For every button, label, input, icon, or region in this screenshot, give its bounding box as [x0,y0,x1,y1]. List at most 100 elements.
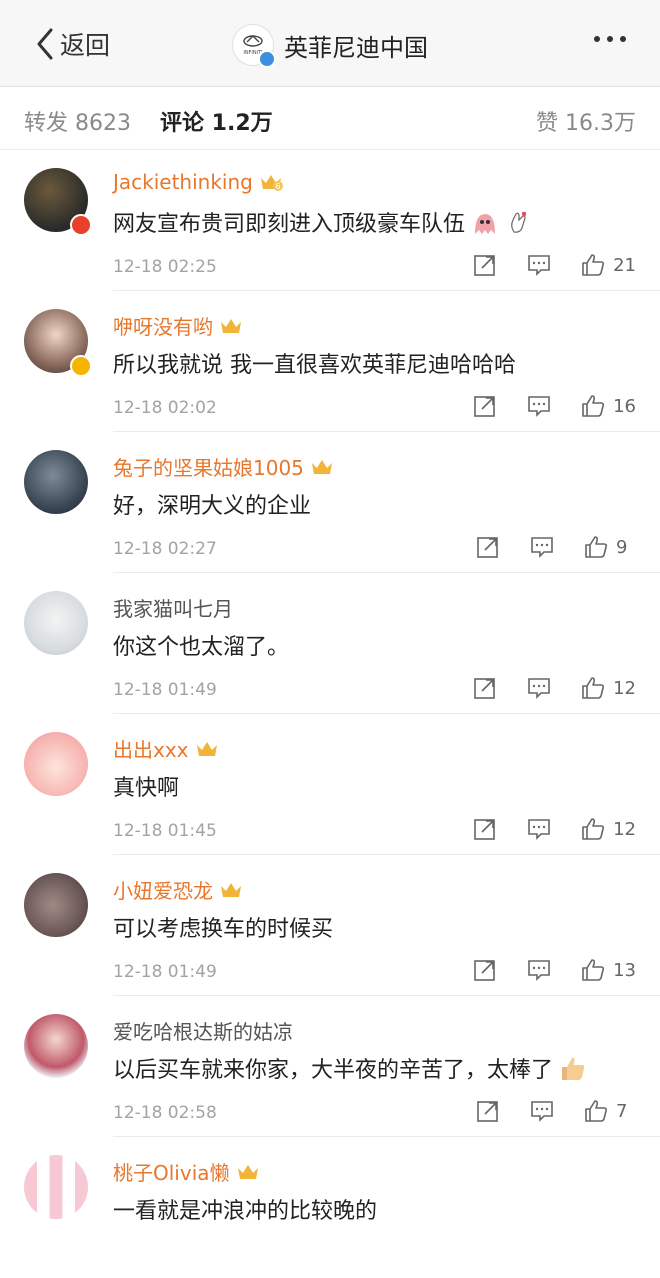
username-text: 兔子的坚果姑娘1005 [113,456,304,480]
comment-item: 兔子的坚果姑娘1005 好，深明大义的企业 12-18 02:27 9 [0,432,660,573]
share-icon[interactable] [473,676,497,700]
comment-text-body: 可以考虑换车的时候买 [113,917,334,942]
comment-actions: 21 [473,253,636,277]
like-button[interactable]: 13 [581,958,636,982]
reply-icon[interactable] [530,1099,554,1123]
like-button[interactable]: 7 [584,1099,636,1123]
username[interactable]: Jackiethinking 6 [113,170,283,194]
crown-level: 6 [275,182,280,191]
reply-icon[interactable] [527,958,551,982]
username-text: 出出xxx [113,738,189,762]
like-button[interactable]: 21 [581,253,636,277]
username[interactable]: 桃子Olivia懒 [113,1157,260,1186]
avatar[interactable] [24,1155,88,1219]
avatar[interactable] [24,873,88,937]
comment-item: Jackiethinking 6 网友宣布贵司即刻进入顶级豪车队伍 12-18 … [0,150,660,291]
reply-icon[interactable] [530,535,554,559]
username[interactable]: 爱吃哈根达斯的姑凉 [113,1016,293,1045]
like-count: 16 [613,395,636,417]
avatar[interactable] [24,591,88,655]
comment-item: 桃子Olivia懒 一看就是冲浪冲的比较晚的 [0,1137,660,1278]
reply-icon[interactable] [527,676,551,700]
page-title: 英菲尼迪中国 [284,33,428,62]
comment-actions: 12 [473,817,636,841]
hand-heart-emoji-icon [511,211,527,233]
like-button[interactable]: 12 [581,817,636,841]
comment-text: 网友宣布贵司即刻进入顶级豪车队伍 [113,206,533,238]
like-button[interactable]: 9 [584,535,636,559]
share-icon[interactable] [476,1099,500,1123]
tab-comment[interactable]: 评论 1.2万 [160,105,273,137]
username-text: Jackiethinking [113,170,253,194]
chevron-left-icon [37,28,53,60]
more-options-button[interactable] [594,36,626,42]
top-navbar: 返回 INFINITI 英菲尼迪中国 [0,0,660,87]
comment-actions: 16 [473,394,636,418]
reply-icon[interactable] [527,394,551,418]
comment-text-body: 你这个也太溜了。 [113,635,290,660]
timestamp: 12-18 02:02 [113,398,217,418]
reply-icon[interactable] [527,253,551,277]
yellow-verified-badge [70,355,92,377]
timestamp: 12-18 02:58 [113,1103,217,1123]
username-text: 我家猫叫七月 [113,597,233,621]
share-icon[interactable] [473,394,497,418]
comment-text: 好，深明大义的企业 [113,488,311,520]
crown-badge-icon [311,459,332,474]
timestamp: 12-18 01:49 [113,962,217,982]
timestamp: 12-18 02:25 [113,257,217,277]
thumbs-up-icon [582,677,605,699]
thumbs-up-icon [585,1100,608,1122]
crown-badge-icon [221,882,241,897]
share-icon[interactable] [473,817,497,841]
username[interactable]: 小妞爱恐龙 [113,875,243,904]
crown-badge-icon: 6 [260,175,283,191]
thumbs-up-icon [585,536,608,558]
dot-icon [607,36,613,42]
tab-like[interactable]: 赞 16.3万 [536,105,636,137]
crown-badge-icon [221,318,241,333]
username[interactable]: 出出xxx [113,734,219,763]
like-button[interactable]: 16 [581,394,636,418]
tab-repost[interactable]: 转发 8623 [24,105,131,137]
interaction-tabs: 转发 8623 评论 1.2万 赞 16.3万 [0,87,660,150]
back-button[interactable]: 返回 [34,26,110,62]
thumbs-up-icon [582,395,605,417]
comment-text: 所以我就说 我一直很喜欢英菲尼迪哈哈哈 [113,347,516,379]
username[interactable]: 咿呀没有哟 [113,311,243,340]
verified-badge [258,50,276,68]
avatar[interactable] [24,732,88,796]
brand-logo: INFINITI [232,24,276,68]
avatar[interactable] [24,1014,88,1078]
comment-text: 可以考虑换车的时候买 [113,911,333,943]
share-icon[interactable] [473,958,497,982]
dot-icon [594,36,600,42]
comment-text-body: 所以我就说 我一直很喜欢英菲尼迪哈哈哈 [113,353,516,378]
ghost-emoji-icon [475,214,496,234]
comment-item: 小妞爱恐龙 可以考虑换车的时候买 12-18 01:49 13 [0,855,660,996]
like-button[interactable]: 12 [581,676,636,700]
reply-icon[interactable] [527,817,551,841]
like-count: 9 [616,536,628,558]
comment-item: 我家猫叫七月 你这个也太溜了。 12-18 01:49 12 [0,573,660,714]
comment-text: 你这个也太溜了。 [113,629,289,661]
avatar[interactable] [24,450,88,514]
share-icon[interactable] [473,253,497,277]
comment-actions: 7 [476,1099,636,1123]
timestamp: 12-18 01:45 [113,821,217,841]
username[interactable]: 我家猫叫七月 [113,593,233,622]
username[interactable]: 兔子的坚果姑娘1005 [113,452,334,481]
username-text: 爱吃哈根达斯的姑凉 [113,1020,293,1044]
comment-item: 咿呀没有哟 所以我就说 我一直很喜欢英菲尼迪哈哈哈 12-18 02:02 16 [0,291,660,432]
thumbs-up-emoji-icon [562,1057,585,1080]
share-icon[interactable] [476,535,500,559]
comment-item: 出出xxx 真快啊 12-18 01:45 12 [0,714,660,855]
comment-text: 一看就是冲浪冲的比较晚的 [113,1193,377,1225]
crown-badge-icon [237,1164,258,1179]
like-count: 13 [613,959,636,981]
comment-text-body: 一看就是冲浪冲的比较晚的 [113,1199,378,1224]
comment-text: 真快啊 [113,770,179,802]
page-title-group[interactable]: INFINITI 英菲尼迪中国 [232,24,428,68]
comment-actions: 9 [476,535,636,559]
like-count: 7 [616,1100,628,1122]
